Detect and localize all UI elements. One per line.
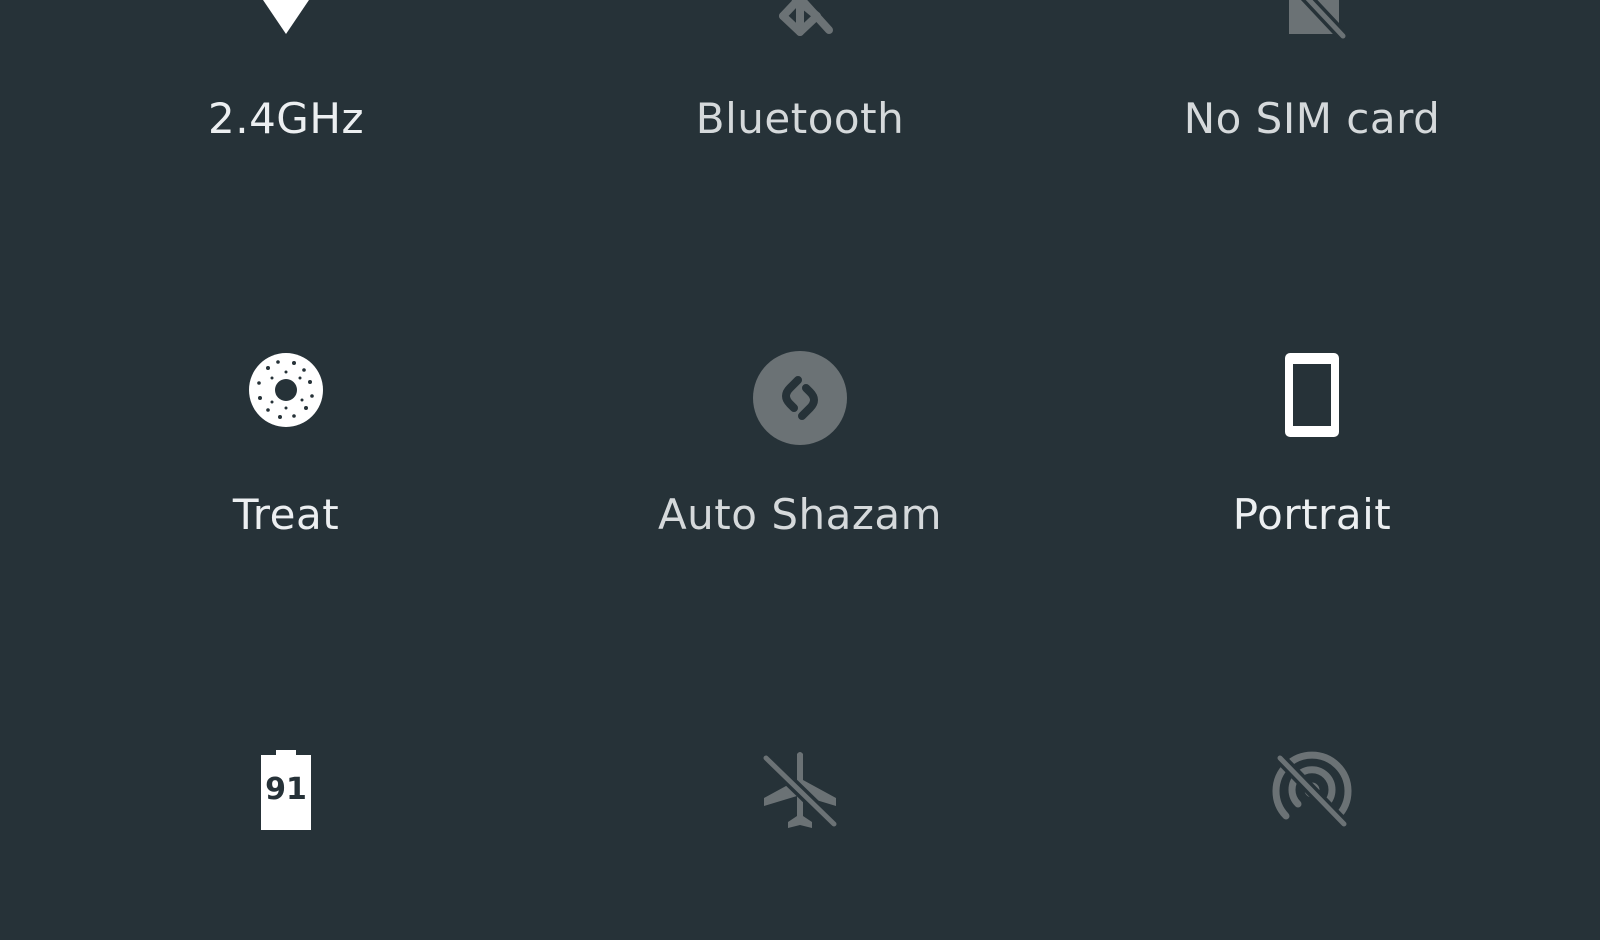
wifi-label: 2.4GHz	[208, 94, 364, 143]
donut-icon	[249, 353, 323, 427]
shazam-icon	[753, 351, 847, 445]
no-sim-icon	[1289, 0, 1347, 40]
tile-hotspot[interactable]	[1162, 700, 1462, 940]
tile-portrait[interactable]: Portrait	[1162, 300, 1462, 540]
wifi-icon	[263, 0, 309, 34]
portrait-phone-icon	[1285, 353, 1339, 437]
airplane-mode-off-icon	[760, 752, 840, 830]
tile-sim[interactable]: No SIM card	[1162, 0, 1462, 143]
tile-airplane[interactable]	[650, 700, 950, 940]
tile-shazam[interactable]: Auto Shazam	[650, 300, 950, 540]
treat-label: Treat	[232, 490, 340, 539]
tile-wifi[interactable]: 2.4GHz	[136, 0, 436, 143]
tile-bluetooth[interactable]: Bluetooth	[650, 0, 950, 143]
sim-label: No SIM card	[1183, 94, 1441, 143]
hotspot-off-icon	[1272, 751, 1352, 830]
bluetooth-label: Bluetooth	[695, 94, 905, 143]
bluetooth-off-icon	[779, 0, 833, 36]
quick-settings-panel: 2.4GHz Bluetooth No SIM card Treat Auto …	[0, 0, 1600, 900]
portrait-label: Portrait	[1232, 490, 1392, 539]
battery-level: 91	[265, 772, 307, 807]
tile-battery[interactable]: 91	[136, 700, 436, 940]
shazam-label: Auto Shazam	[657, 490, 943, 539]
tile-treat[interactable]: Treat	[136, 300, 436, 540]
